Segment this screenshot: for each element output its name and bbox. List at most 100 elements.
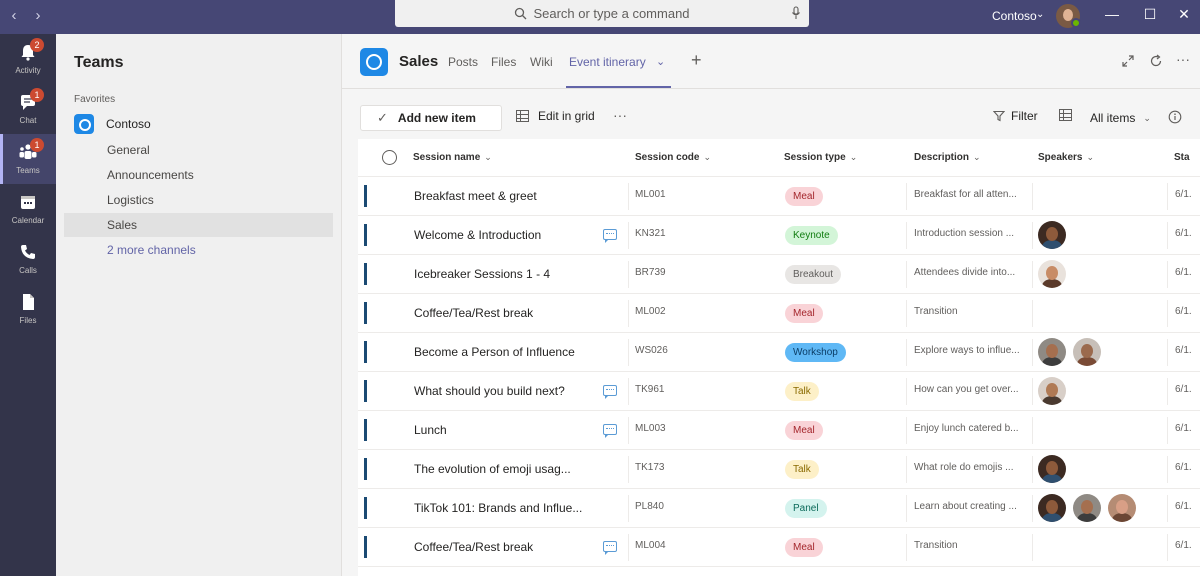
start-cell[interactable]: 6/1. <box>1175 384 1192 395</box>
channel-announcements[interactable]: Announcements <box>64 163 333 187</box>
conversation-icon[interactable] <box>603 385 617 399</box>
conversation-icon[interactable] <box>603 424 617 438</box>
session-type-pill[interactable]: Meal <box>785 304 823 323</box>
tab-event-itinerary[interactable]: Event itinerary <box>569 55 646 69</box>
table-row[interactable]: The evolution of emoji usag... TK173 Talk W… <box>358 450 1200 489</box>
session-type-pill[interactable]: Talk <box>785 382 819 401</box>
description-cell[interactable]: How can you get over... <box>914 384 1026 395</box>
description-cell[interactable]: Transition <box>914 540 1026 551</box>
session-name-cell[interactable]: Welcome & Introduction <box>414 228 592 242</box>
description-cell[interactable]: Transition <box>914 306 1026 317</box>
chevron-down-icon[interactable]: ⌄ <box>656 55 665 68</box>
table-row[interactable]: Icebreaker Sessions 1 - 4 BR739 Breakout At… <box>358 255 1200 294</box>
session-type-pill[interactable]: Talk <box>785 460 819 479</box>
column-header-session-type[interactable]: Session type ⌄ <box>784 152 857 163</box>
conversation-icon[interactable] <box>603 541 617 555</box>
session-code-cell[interactable]: ML002 <box>635 306 666 317</box>
speaker-avatar[interactable] <box>1038 455 1066 483</box>
chevron-down-icon[interactable]: ⌄ <box>1036 9 1044 20</box>
appbar-calls[interactable]: Calls <box>0 234 56 284</box>
view-layout-button[interactable] <box>1059 109 1072 121</box>
speaker-avatar[interactable] <box>1108 494 1136 522</box>
tab-wiki[interactable]: Wiki <box>530 55 553 69</box>
speaker-avatar[interactable] <box>1073 338 1101 366</box>
start-cell[interactable]: 6/1. <box>1175 345 1192 356</box>
start-cell[interactable]: 6/1. <box>1175 462 1192 473</box>
channel-sales[interactable]: Sales <box>64 213 333 237</box>
table-row[interactable]: TikTok 101: Brands and Influe... PL840 Pan… <box>358 489 1200 528</box>
table-row[interactable]: Coffee/Tea/Rest break ML002 Meal Transition… <box>358 294 1200 333</box>
back-arrow-icon[interactable]: ‹ <box>6 7 22 24</box>
select-all-checkbox[interactable] <box>382 150 397 165</box>
session-name-cell[interactable]: Coffee/Tea/Rest break <box>414 540 592 554</box>
session-code-cell[interactable]: WS026 <box>635 345 668 356</box>
filter-button[interactable]: Filter <box>993 109 1038 123</box>
refresh-icon[interactable] <box>1149 54 1163 68</box>
appbar-files[interactable]: Files <box>0 284 56 334</box>
description-cell[interactable]: Enjoy lunch catered b... <box>914 423 1026 434</box>
table-row[interactable]: Breakfast meet & greet ML001 Meal Breakfast… <box>358 177 1200 216</box>
start-cell[interactable]: 6/1. <box>1175 267 1192 278</box>
channel-logistics[interactable]: Logistics <box>64 188 333 212</box>
description-cell[interactable]: Learn about creating ... <box>914 501 1026 512</box>
column-header-description[interactable]: Description ⌄ <box>914 152 981 163</box>
table-row[interactable]: Lunch ML003 Meal Enjoy lunch catered b... 6/… <box>358 411 1200 450</box>
add-tab-icon[interactable]: + <box>691 50 702 71</box>
channel-general[interactable]: General <box>64 138 333 162</box>
start-cell[interactable]: 6/1. <box>1175 228 1192 239</box>
edit-in-grid-button[interactable]: Edit in grid <box>516 109 595 123</box>
session-name-cell[interactable]: Breakfast meet & greet <box>414 189 592 203</box>
session-code-cell[interactable]: KN321 <box>635 228 666 239</box>
speaker-avatar[interactable] <box>1073 494 1101 522</box>
info-icon[interactable] <box>1168 110 1182 124</box>
session-type-pill[interactable]: Panel <box>785 499 827 518</box>
org-switcher[interactable]: Contoso <box>992 9 1037 23</box>
speaker-avatar[interactable] <box>1038 221 1066 249</box>
description-cell[interactable]: Explore ways to influe... <box>914 345 1026 356</box>
description-cell[interactable]: Introduction session ... <box>914 228 1026 239</box>
table-row[interactable]: Coffee/Tea/Rest break ML004 Meal Transition… <box>358 528 1200 567</box>
column-header-start[interactable]: Sta <box>1174 152 1190 163</box>
session-code-cell[interactable]: ML001 <box>635 189 666 200</box>
description-cell[interactable]: What role do emojis ... <box>914 462 1026 473</box>
session-type-pill[interactable]: Meal <box>785 187 823 206</box>
expand-icon[interactable] <box>1121 54 1135 68</box>
start-cell[interactable]: 6/1. <box>1175 306 1192 317</box>
description-cell[interactable]: Attendees divide into... <box>914 267 1026 278</box>
session-type-pill[interactable]: Keynote <box>785 226 838 245</box>
appbar-activity[interactable]: 2 Activity <box>0 34 56 84</box>
session-code-cell[interactable]: TK961 <box>635 384 664 395</box>
column-header-session-name[interactable]: Session name ⌄ <box>413 152 492 163</box>
table-row[interactable]: Welcome & Introduction KN321 Keynote Introd… <box>358 216 1200 255</box>
tab-files[interactable]: Files <box>491 55 516 69</box>
session-code-cell[interactable]: TK173 <box>635 462 664 473</box>
more-channels-link[interactable]: 2 more channels <box>64 238 333 262</box>
more-options-icon[interactable]: ··· <box>1176 51 1190 67</box>
session-name-cell[interactable]: Icebreaker Sessions 1 - 4 <box>414 267 592 281</box>
column-header-speakers[interactable]: Speakers ⌄ <box>1038 152 1094 163</box>
speaker-avatar[interactable] <box>1038 260 1066 288</box>
table-row[interactable]: What should you build next? TK961 Talk How … <box>358 372 1200 411</box>
appbar-chat[interactable]: 1 Chat <box>0 84 56 134</box>
minimize-icon[interactable]: — <box>1104 6 1120 22</box>
session-code-cell[interactable]: ML003 <box>635 423 666 434</box>
maximize-icon[interactable]: ☐ <box>1142 6 1158 23</box>
appbar-calendar[interactable]: Calendar <box>0 184 56 234</box>
more-commands-icon[interactable]: ··· <box>613 107 627 123</box>
start-cell[interactable]: 6/1. <box>1175 501 1192 512</box>
microphone-icon[interactable] <box>791 6 801 20</box>
close-icon[interactable]: ✕ <box>1176 6 1192 23</box>
start-cell[interactable]: 6/1. <box>1175 540 1192 551</box>
session-name-cell[interactable]: The evolution of emoji usag... <box>414 462 592 476</box>
session-name-cell[interactable]: Lunch <box>414 423 592 437</box>
session-type-pill[interactable]: Meal <box>785 421 823 440</box>
session-type-pill[interactable]: Breakout <box>785 265 842 284</box>
description-cell[interactable]: Breakfast for all atten... <box>914 189 1026 200</box>
session-name-cell[interactable]: Coffee/Tea/Rest break <box>414 306 592 320</box>
speaker-avatar[interactable] <box>1038 494 1066 522</box>
session-code-cell[interactable]: ML004 <box>635 540 666 551</box>
table-row[interactable]: Become a Person of Influence WS026 Worksho… <box>358 333 1200 372</box>
session-type-pill[interactable]: Meal <box>785 538 823 557</box>
add-new-item-button[interactable]: ✓ Add new item <box>360 105 502 131</box>
session-name-cell[interactable]: TikTok 101: Brands and Influe... <box>414 501 592 515</box>
